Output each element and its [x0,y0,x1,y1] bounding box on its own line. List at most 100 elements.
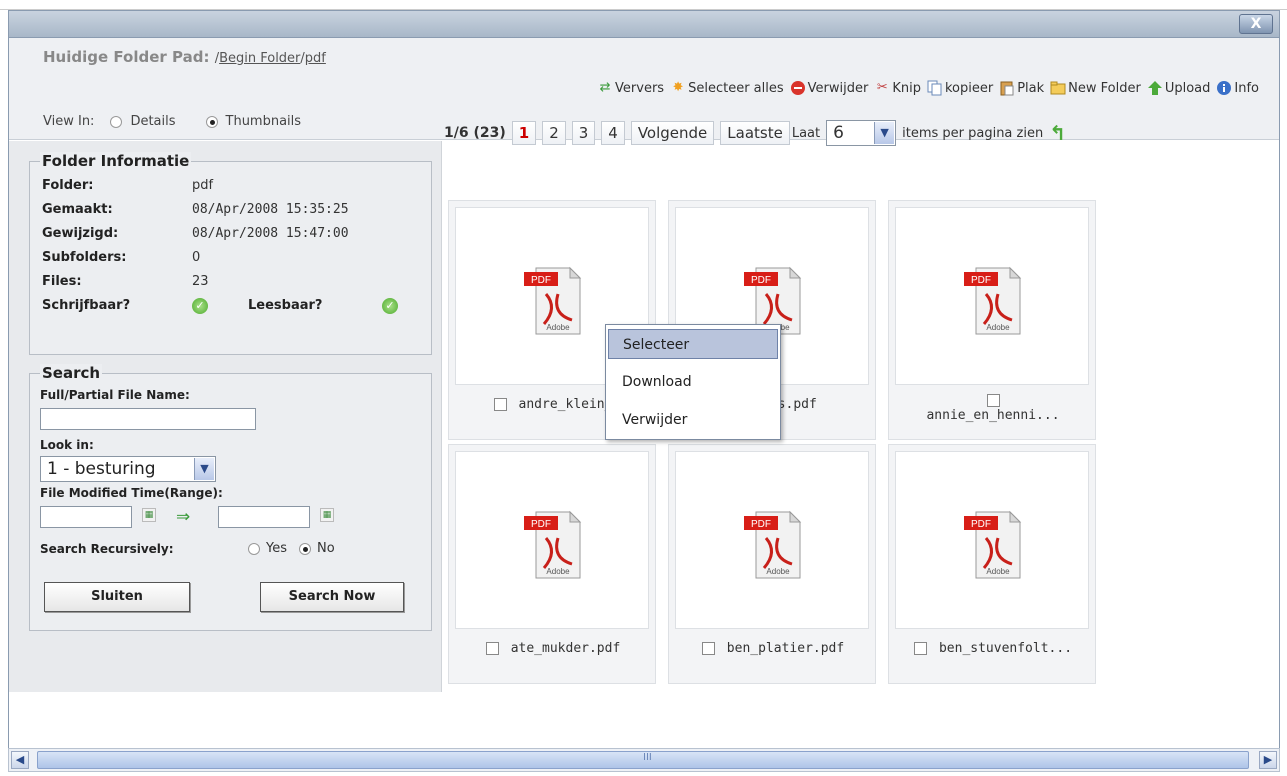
file-thumbnail[interactable]: PDF Adobe ate_mukder.pdf [448,444,656,684]
context-menu: Selecteer Download Verwijder [605,324,781,440]
left-panel: Folder Informatie Folder: pdf Gemaakt: 08/… [9,141,442,692]
thumbnail-preview[interactable]: PDF Adobe [675,451,869,629]
horizontal-scrollbar[interactable]: ◀ III ▶ [8,748,1280,772]
page-4-button[interactable]: 4 [601,121,625,145]
view-details-label: Details [130,114,176,129]
toolbar-label: Plak [1017,80,1045,96]
context-select-item[interactable]: Selecteer [608,329,778,359]
copy-button[interactable]: kopieer [927,80,993,96]
breadcrumb-root-link[interactable]: Begin Folder [219,51,300,66]
file-name: annie_en_henni... [926,408,1060,423]
delete-button[interactable]: Verwijder [790,80,869,96]
next-page-button[interactable]: Volgende [630,121,715,145]
file-checkbox[interactable] [485,642,499,655]
scrollbar-thumb[interactable]: III [37,751,1249,769]
breadcrumb-current-link[interactable]: pdf [305,51,326,66]
go-arrow-icon[interactable]: ↰ [1049,121,1066,145]
info-row-permissions: Schrijfbaar? ✓ Leesbaar? ✓ [42,298,422,318]
close-search-button[interactable]: Sluiten [44,582,190,612]
recursive-yes-radio[interactable] [248,542,260,555]
modified-range-label: File Modified Time(Range): [40,486,223,500]
date-from-input[interactable] [40,506,132,528]
pdf-file-icon: PDF Adobe [964,266,1022,335]
paste-button[interactable]: Plak [999,80,1044,96]
thumbnail-preview[interactable]: PDF Adobe [895,207,1089,385]
per-page-suffix: items per pagina zien [902,125,1044,141]
refresh-button[interactable]: ⇄ Ververs [597,80,665,96]
upload-icon [1147,80,1163,96]
select-all-icon: ✸ [672,80,684,95]
look-in-label: Look in: [40,438,94,452]
calendar-icon[interactable]: ▦ [320,508,334,522]
folder-info-box: Folder Informatie Folder: pdf Gemaakt: 08/… [29,152,432,355]
pdf-badge-text: PDF [751,275,771,286]
file-checkbox[interactable] [913,642,927,655]
file-thumbnail[interactable]: PDF Adobe ben_platier.pdf [668,444,876,684]
close-button[interactable]: X [1239,14,1273,34]
pdf-file-icon: PDF Adobe [744,510,802,579]
date-to-input[interactable] [218,506,310,528]
page-2-button[interactable]: 2 [542,121,566,145]
page-1-button[interactable]: 1 [511,121,537,145]
look-in-select[interactable]: 1 - besturing ▼ [40,456,216,482]
per-page-select[interactable]: 6 ▼ [826,120,897,146]
file-caption: ate_mukder.pdf [449,641,657,656]
info-button[interactable]: Info [1216,80,1259,96]
refresh-icon: ⇄ [599,80,611,95]
file-name: ben_stuvenfolt... [938,641,1073,656]
page-3-button[interactable]: 3 [571,121,596,145]
view-thumbnails-label: Thumbnails [225,114,302,129]
file-thumbnail[interactable]: PDF Adobe annie_en_henni... [888,200,1096,440]
pagination-bar: 1/6 (23) 1 2 3 4 Volgende Laatste Laat 6… [444,120,1066,146]
thumbnail-preview[interactable]: PDF Adobe [895,451,1089,629]
upload-button[interactable]: Upload [1147,80,1210,96]
pdf-badge-text: PDF [751,519,771,530]
cut-button[interactable]: ✂ Knip [874,80,921,96]
view-in-label: View In: [43,114,95,129]
pdf-file-icon: PDF Adobe [964,510,1022,579]
chevron-down-icon: ▼ [874,122,895,144]
pdf-brand-text: Adobe [546,323,570,332]
info-value: 0 [192,250,201,265]
scroll-right-arrow-icon[interactable]: ▶ [1259,751,1277,769]
thumbnail-preview[interactable]: PDF Adobe [455,451,649,629]
context-delete-item[interactable]: Verwijder [608,405,778,435]
filename-input[interactable] [40,408,256,430]
file-checkbox[interactable] [493,398,507,411]
file-caption: ben_stuvenfolt... [889,641,1097,656]
toolbar-label: Selecteer alles [688,80,784,96]
search-now-button[interactable]: Search Now [260,582,404,612]
info-icon [1216,80,1232,96]
select-all-button[interactable]: ✸ Selecteer alles [670,80,784,96]
page-summary: 1/6 (23) [444,125,506,141]
pdf-file-icon: PDF Adobe [524,510,582,579]
search-box: Search Full/Partial File Name: Look in: … [29,364,432,631]
readable-check-icon: ✓ [382,298,398,314]
paste-icon [999,80,1015,96]
recursive-label: Search Recursively: [40,542,174,556]
new-folder-button[interactable]: New Folder [1050,80,1141,96]
toolbar-label: New Folder [1068,80,1141,96]
pdf-brand-text: Adobe [766,567,790,576]
file-thumbnail[interactable]: PDF Adobe ben_stuvenfolt... [888,444,1096,684]
file-checkbox[interactable] [701,642,715,655]
scroll-left-arrow-icon[interactable]: ◀ [11,751,29,769]
last-page-button[interactable]: Laatste [720,121,790,145]
file-caption: ben_platier.pdf [669,641,877,656]
toolbar-label: Ververs [615,80,665,96]
info-label: Files: [42,274,82,289]
info-label: Gewijzigd: [42,226,119,241]
toolbar-label: Verwijder [807,80,869,96]
dialog-titlebar: X [8,10,1280,38]
readable-label: Leesbaar? [248,298,323,313]
file-checkbox[interactable] [986,394,1000,407]
view-thumbnails-radio[interactable] [205,115,218,128]
context-download-item[interactable]: Download [608,367,778,397]
pdf-badge-text: PDF [971,275,991,286]
recursive-no-radio[interactable] [299,542,311,555]
recursive-options: Yes No [248,541,335,556]
recursive-yes-label: Yes [266,541,287,556]
toolbar-label: Info [1234,80,1259,96]
calendar-icon[interactable]: ▦ [142,508,156,522]
view-details-radio[interactable] [110,115,123,128]
